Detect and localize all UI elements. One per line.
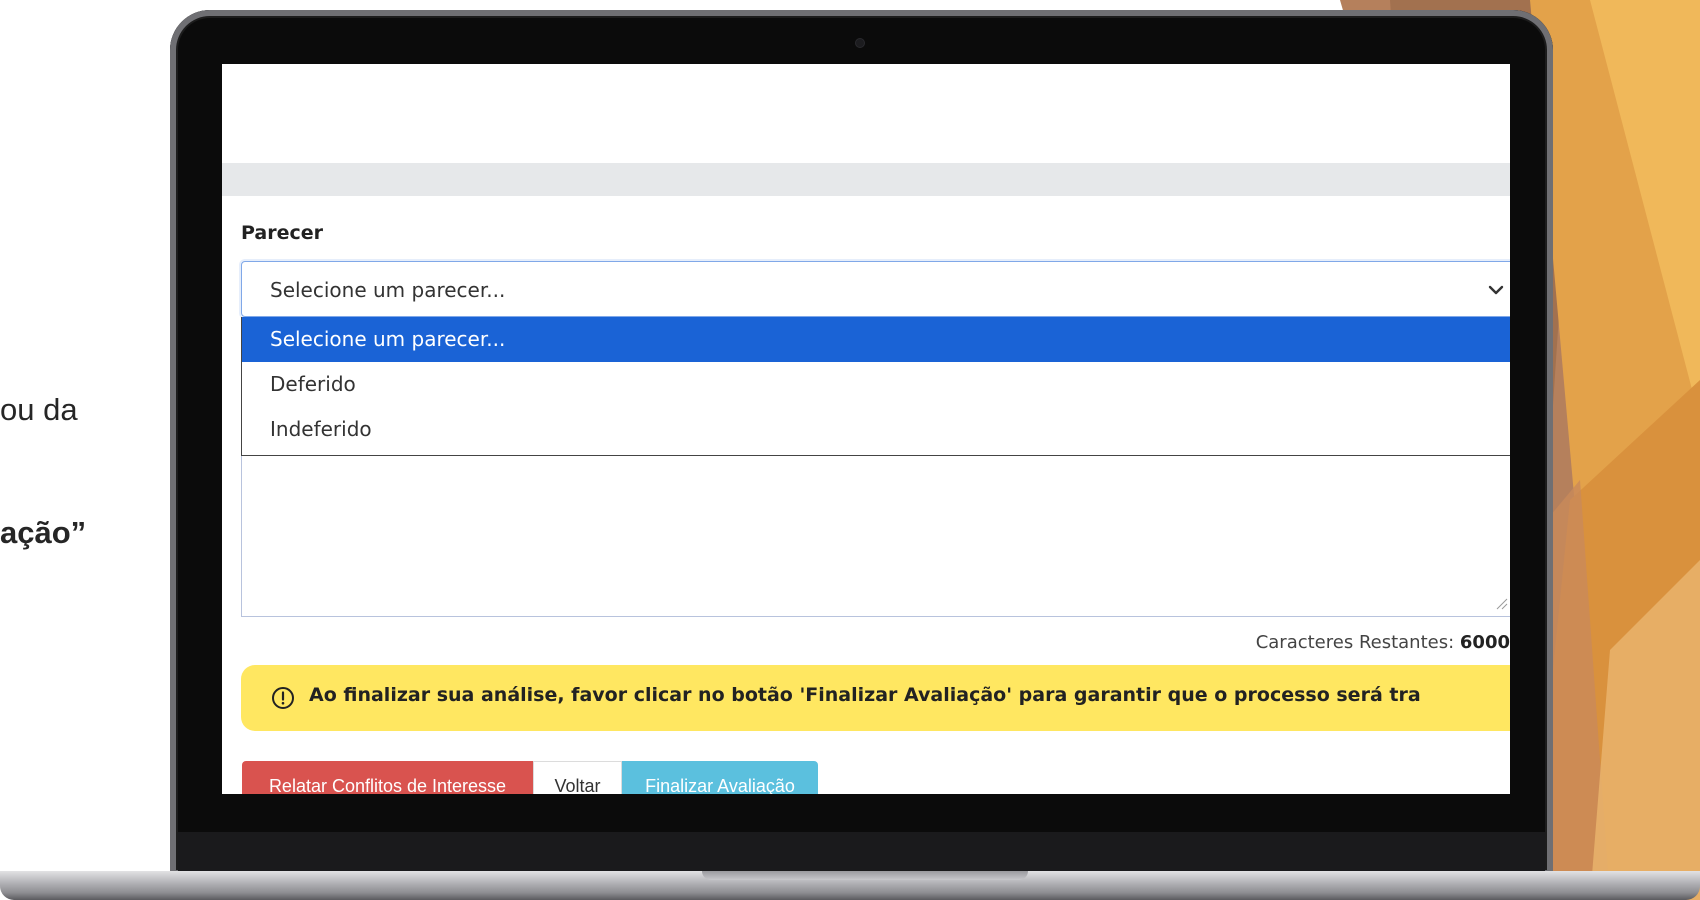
laptop-notch [702, 871, 1028, 880]
characters-remaining: Caracteres Restantes: 6000 [1256, 632, 1510, 653]
report-conflicts-button[interactable]: Relatar Conflitos de Interesse [242, 761, 533, 794]
slide-text-fragment: ou da [0, 392, 78, 427]
back-button[interactable]: Voltar [533, 761, 622, 794]
alert-message: Ao finalizar sua análise, favor clicar n… [309, 684, 1421, 706]
option-indeferido[interactable]: Indeferido [242, 407, 1510, 452]
exclamation-circle-icon [272, 687, 294, 709]
laptop-chin [178, 832, 1545, 872]
parecer-select[interactable]: Selecione um parecer... [241, 261, 1510, 317]
resize-grip-icon[interactable] [1494, 596, 1508, 610]
laptop-screen: Parecer Selecione um parecer... Selecion… [222, 64, 1510, 794]
select-current-value: Selecione um parecer... [270, 278, 506, 302]
camera-icon [855, 38, 865, 48]
finalize-evaluation-button[interactable]: Finalizar Avaliação [622, 761, 818, 794]
parecer-label: Parecer [241, 222, 324, 244]
slide-text-fragment-bold: ação” [0, 515, 87, 550]
parecer-dropdown-list: Selecione um parecer... Deferido Indefer… [241, 317, 1510, 456]
option-selecione[interactable]: Selecione um parecer... [242, 317, 1510, 362]
chevron-down-icon [1488, 285, 1504, 295]
option-deferido[interactable]: Deferido [242, 362, 1510, 407]
warning-alert: Ao finalizar sua análise, favor clicar n… [241, 665, 1510, 731]
characters-remaining-label: Caracteres Restantes: [1255, 632, 1460, 653]
section-divider [222, 163, 1510, 196]
characters-remaining-value: 6000 [1459, 632, 1510, 653]
